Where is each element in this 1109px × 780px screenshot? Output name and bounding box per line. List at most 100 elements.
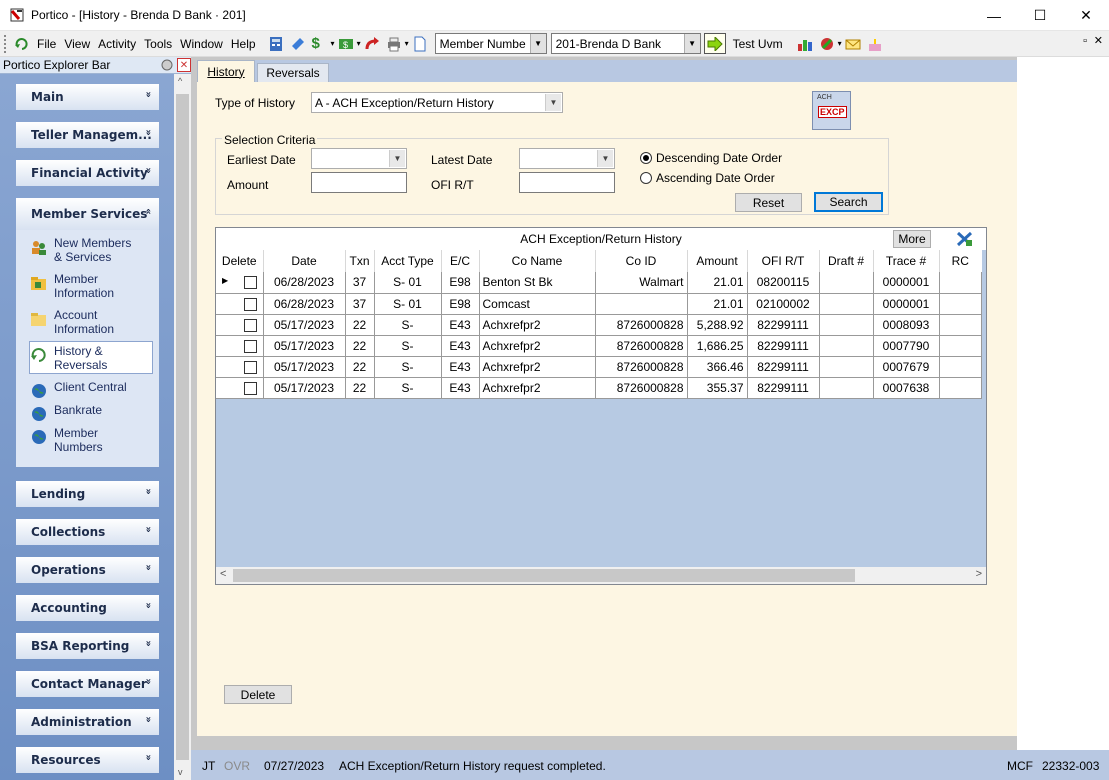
col-ec[interactable]: E/C: [441, 250, 480, 272]
cell-acct-type: S- 01: [374, 293, 442, 315]
col-date[interactable]: Date: [263, 250, 346, 272]
cell-trace: 0007638: [873, 377, 940, 399]
group-lending[interactable]: Lending»: [16, 481, 159, 507]
col-acct-type[interactable]: Acct Type: [374, 250, 442, 272]
nav-bankrate[interactable]: Bankrate: [30, 403, 102, 423]
col-rc[interactable]: RC: [939, 250, 981, 272]
mail-icon[interactable]: [845, 36, 861, 52]
pin-icon[interactable]: [160, 58, 174, 72]
cake-icon[interactable]: [867, 36, 883, 52]
group-collections[interactable]: Collections»: [16, 519, 159, 545]
menu-tools[interactable]: Tools: [140, 37, 176, 51]
delete-checkbox[interactable]: [243, 339, 257, 353]
tab-reversals[interactable]: Reversals: [257, 63, 329, 82]
delete-checkbox[interactable]: [243, 360, 257, 374]
table-row[interactable]: ▶ 06/28/2023 37 S- 01 E98 Benton St Bk Walmart…: [216, 272, 982, 294]
menu-view[interactable]: View: [60, 37, 94, 51]
delete-checkbox[interactable]: [243, 381, 257, 395]
close-button[interactable]: ✕: [1063, 0, 1109, 31]
scroll-up-icon[interactable]: ^: [178, 76, 182, 86]
type-of-history-select[interactable]: A - ACH Exception/Return History ▼: [311, 92, 563, 113]
reset-button[interactable]: Reset: [735, 193, 802, 212]
calculator-icon[interactable]: [268, 36, 284, 52]
descending-date-radio[interactable]: Descending Date Order: [640, 151, 782, 165]
explorer-scrollbar[interactable]: ^ v: [174, 74, 191, 780]
excel-export-icon[interactable]: [956, 231, 973, 247]
earliest-date-picker[interactable]: ▼: [311, 148, 407, 169]
table-row[interactable]: 06/28/2023 37 S- 01 E98 Comcast 21.01 02100002…: [216, 293, 982, 315]
horizontal-scrollbar[interactable]: < >: [216, 567, 986, 584]
money-icon[interactable]: $: [338, 36, 354, 52]
close-icon[interactable]: ✕: [177, 58, 191, 72]
nav-new-members[interactable]: New Members & Services: [30, 236, 131, 264]
expand-chevron-icon: »: [142, 716, 154, 723]
printer-icon[interactable]: [386, 36, 402, 52]
minimize-button[interactable]: —: [971, 0, 1017, 31]
group-bsa-reporting[interactable]: BSA Reporting»: [16, 633, 159, 659]
nav-member-information[interactable]: Member Information: [30, 272, 114, 300]
search-button[interactable]: Search: [814, 192, 883, 212]
col-co-id[interactable]: Co ID: [595, 250, 688, 272]
nav-account-information[interactable]: Account Information: [30, 308, 114, 336]
group-resources[interactable]: Resources»: [16, 747, 159, 773]
latest-date-picker[interactable]: ▼: [519, 148, 615, 169]
tools-icon[interactable]: [819, 36, 835, 52]
nav-member-numbers[interactable]: Member Numbers: [30, 426, 103, 454]
chart-icon[interactable]: [797, 36, 813, 52]
cell-ofi-rt: 02100002: [747, 293, 820, 315]
col-delete[interactable]: Delete: [216, 250, 264, 272]
ofi-rt-input[interactable]: [519, 172, 615, 193]
table-row[interactable]: 05/17/2023 22 S- E43 Achxrefpr2 8726000828 366…: [216, 356, 982, 378]
menu-toolbar: File View Activity Tools Window Help $ ▾…: [0, 31, 1109, 57]
group-financial-activity[interactable]: Financial Activity»: [16, 160, 159, 186]
ascending-date-radio[interactable]: Ascending Date Order: [640, 171, 775, 185]
amount-input[interactable]: [311, 172, 407, 193]
col-draft[interactable]: Draft #: [819, 250, 874, 272]
group-contact-manager[interactable]: Contact Manager»: [16, 671, 159, 697]
cell-co-name: Achxrefpr2: [479, 314, 596, 336]
group-teller-management[interactable]: Teller Managem...»: [16, 122, 159, 148]
table-row[interactable]: 05/17/2023 22 S- E43 Achxrefpr2 8726000828 1,6…: [216, 335, 982, 357]
close-child-icon[interactable]: ✕: [1094, 34, 1103, 47]
delete-checkbox[interactable]: [243, 297, 257, 311]
menu-file[interactable]: File: [33, 37, 60, 51]
go-arrow-icon[interactable]: [703, 33, 726, 54]
col-co-name[interactable]: Co Name: [479, 250, 596, 272]
group-accounting[interactable]: Accounting»: [16, 595, 159, 621]
group-administration[interactable]: Administration»: [16, 709, 159, 735]
scroll-down-icon[interactable]: v: [178, 767, 183, 777]
col-trace[interactable]: Trace #: [873, 250, 940, 272]
redo-arrow-icon[interactable]: [364, 36, 380, 52]
nav-client-central[interactable]: Client Central: [30, 380, 127, 400]
more-button[interactable]: More: [893, 230, 931, 248]
col-ofi-rt[interactable]: OFI R/T: [747, 250, 820, 272]
menu-help[interactable]: Help: [227, 37, 260, 51]
menu-window[interactable]: Window: [176, 37, 227, 51]
table-row[interactable]: 05/17/2023 22 S- E43 Achxrefpr2 8726000828 5,2…: [216, 314, 982, 336]
restore-child-icon[interactable]: ▫: [1083, 35, 1087, 47]
nav-history-reversals[interactable]: History & Reversals: [29, 341, 153, 374]
scroll-left-icon[interactable]: <: [220, 568, 226, 580]
search-type-select[interactable]: Member Numbe ▼: [434, 33, 547, 54]
tab-history[interactable]: History: [197, 60, 255, 82]
scroll-right-icon[interactable]: >: [976, 568, 982, 580]
horizontal-scroll-thumb[interactable]: [233, 569, 855, 582]
card-icon[interactable]: [290, 36, 306, 52]
member-select[interactable]: 201-Brenda D Bank ▼: [550, 33, 701, 54]
col-amount[interactable]: Amount: [687, 250, 748, 272]
table-row[interactable]: 05/17/2023 22 S- E43 Achxrefpr2 8726000828 355…: [216, 377, 982, 399]
dollar-icon[interactable]: $: [312, 35, 328, 52]
group-main[interactable]: Main»: [16, 84, 159, 110]
menu-activity[interactable]: Activity: [94, 37, 140, 51]
delete-button[interactable]: Delete: [224, 685, 292, 704]
scroll-thumb[interactable]: [176, 94, 189, 760]
cell-draft: [819, 356, 874, 378]
document-icon[interactable]: [412, 36, 428, 52]
group-member-services[interactable]: Member Services «: [16, 198, 159, 230]
delete-checkbox[interactable]: [243, 276, 257, 290]
group-operations[interactable]: Operations»: [16, 557, 159, 583]
delete-checkbox[interactable]: [243, 318, 257, 332]
maximize-button[interactable]: ☐: [1017, 0, 1063, 31]
col-txn[interactable]: Txn: [345, 250, 375, 272]
refresh-icon[interactable]: [14, 36, 30, 52]
